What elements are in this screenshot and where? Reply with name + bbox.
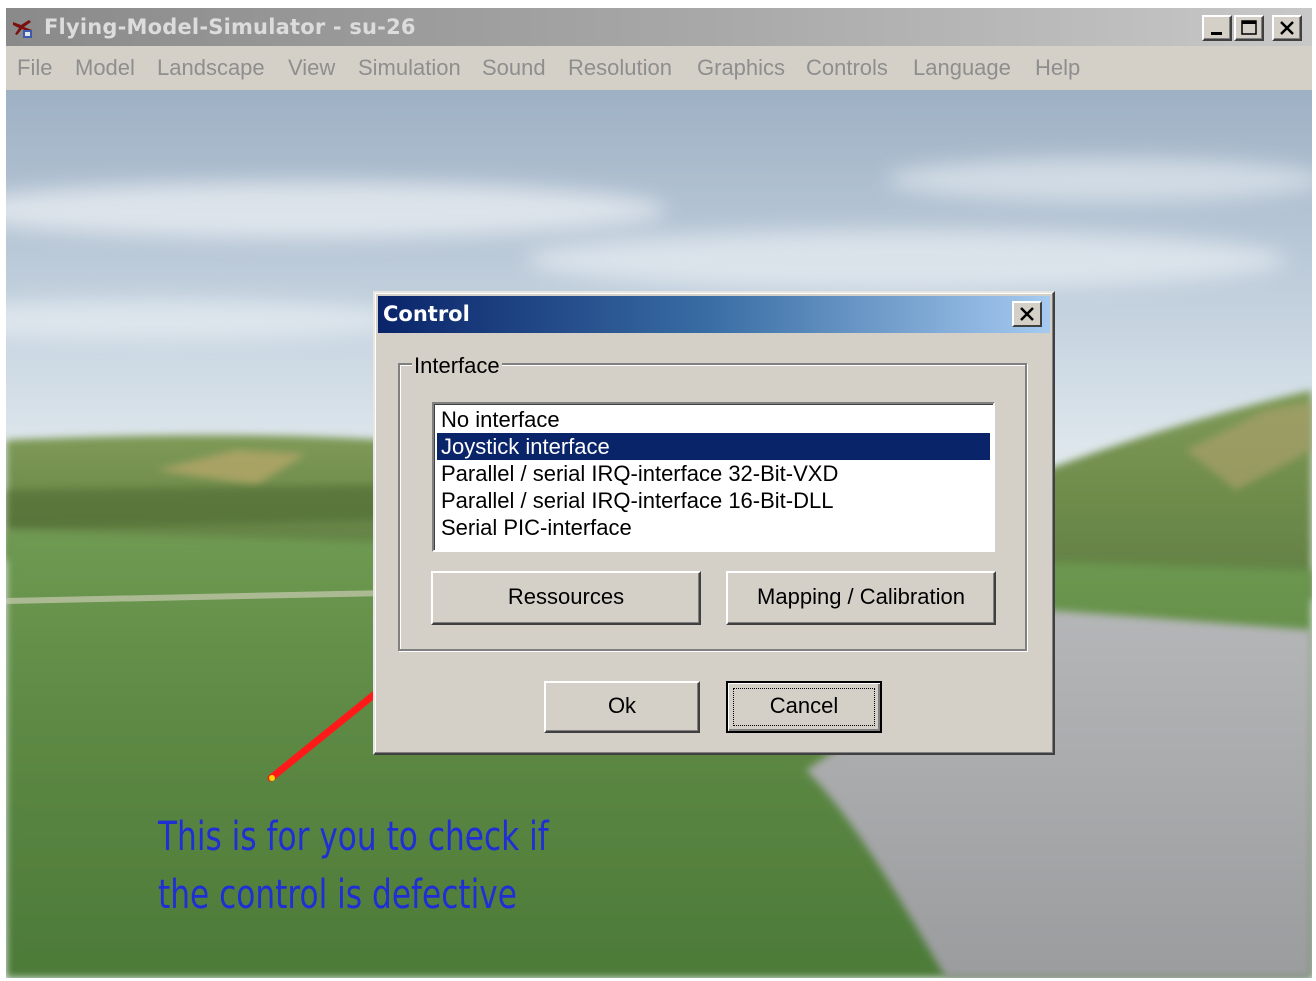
close-icon[interactable] — [1012, 301, 1042, 327]
ok-button[interactable]: Ok — [544, 681, 700, 733]
ressources-button-label: Ressources — [507, 584, 625, 609]
annotation-line-1: This is for you to check if — [158, 814, 549, 860]
interface-listbox[interactable]: No interface Joystick interface Parallel… — [432, 402, 995, 552]
menu-view[interactable]: View — [288, 55, 335, 81]
menu-file[interactable]: File — [17, 55, 52, 81]
menu-help[interactable]: Help — [1035, 55, 1080, 81]
ok-button-label: Ok — [607, 693, 637, 718]
title-bar[interactable]: Flying-Model-Simulator - su-26 — [6, 8, 1312, 46]
menu-graphics[interactable]: Graphics — [697, 55, 785, 81]
menu-resolution[interactable]: Resolution — [568, 55, 672, 81]
menu-sound[interactable]: Sound — [482, 55, 546, 81]
menu-controls[interactable]: Controls — [806, 55, 888, 81]
menu-simulation[interactable]: Simulation — [358, 55, 461, 81]
focus-rectangle — [733, 688, 875, 726]
control-dialog: Control Interface No interface Joystick … — [373, 291, 1055, 755]
menu-landscape[interactable]: Landscape — [157, 55, 265, 81]
list-item-parallel-32bit[interactable]: Parallel / serial IRQ-interface 32-Bit-V… — [437, 460, 990, 487]
window-title: Flying-Model-Simulator - su-26 — [44, 15, 416, 39]
cancel-button[interactable]: Cancel — [726, 681, 882, 733]
list-item-parallel-16bit[interactable]: Parallel / serial IRQ-interface 16-Bit-D… — [437, 487, 990, 514]
list-item-no-interface[interactable]: No interface — [437, 406, 990, 433]
mapping-calibration-button[interactable]: Mapping / Calibration — [726, 571, 996, 625]
minimize-icon[interactable] — [1202, 15, 1232, 41]
close-icon[interactable] — [1272, 15, 1302, 41]
interface-group-label: Interface — [412, 353, 502, 379]
menu-model[interactable]: Model — [75, 55, 135, 81]
maximize-icon[interactable] — [1234, 15, 1264, 41]
dialog-title: Control — [383, 302, 470, 326]
annotation-text: This is for you to check if the control … — [158, 808, 549, 924]
mapping-calibration-button-label: Mapping / Calibration — [757, 584, 965, 609]
list-item-joystick-interface[interactable]: Joystick interface — [437, 433, 990, 460]
menu-bar: File Model Landscape View Simulation Sou… — [6, 46, 1312, 90]
airplane-icon[interactable] — [11, 16, 35, 40]
annotation-line-2: the control is defective — [158, 872, 517, 918]
dialog-title-bar[interactable]: Control — [378, 296, 1050, 333]
ressources-button[interactable]: Ressources — [431, 571, 701, 625]
menu-language[interactable]: Language — [913, 55, 1011, 81]
list-item-serial-pic[interactable]: Serial PIC-interface — [437, 514, 990, 541]
